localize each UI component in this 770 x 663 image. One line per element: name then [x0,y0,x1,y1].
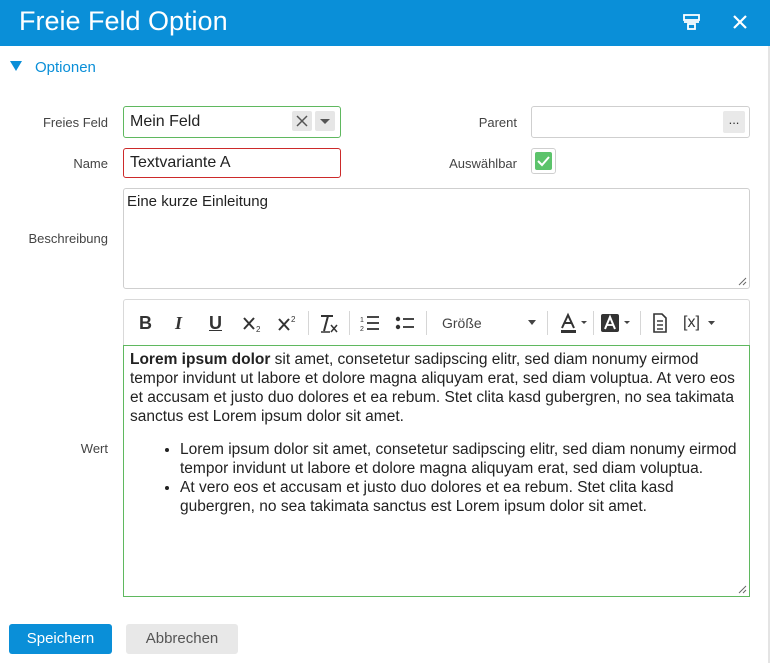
save-button[interactable]: Speichern [9,624,112,654]
font-size-label: Größe [442,315,482,331]
numbered-list-icon: 1 2 [360,316,379,333]
svg-text:2: 2 [291,315,296,324]
freies-feld-value: Mein Feld [130,113,201,130]
italic-button[interactable]: I [175,311,193,335]
name-input[interactable]: Textvariante A [123,148,341,178]
beschreibung-textarea[interactable]: Eine kurze Einleitung [123,188,750,289]
editor-paragraph: Lorem ipsum dolor sit amet, consetetur s… [130,350,743,426]
editor-toolbar: B I U 2 2 1 2 Größe [x] [123,299,750,346]
resize-handle-icon[interactable] [737,584,747,594]
list-item: Lorem ipsum dolor sit amet, consetetur s… [180,440,743,478]
background-color-icon [601,314,630,332]
text-color-icon [561,312,587,333]
auswaehlbar-label: Auswählbar [449,156,517,171]
wert-label: Wert [80,441,108,456]
clear-format-icon [321,315,338,333]
parent-label: Parent [478,115,517,130]
list-item: At vero eos et accusam et justo duo dolo… [180,478,743,516]
bold-button[interactable]: B [139,311,157,335]
beschreibung-label: Beschreibung [28,231,109,246]
underline-button[interactable]: U [209,311,227,335]
close-icon [733,15,747,29]
svg-text:2: 2 [360,326,364,333]
resize-handle-icon[interactable] [737,276,747,286]
document-icon [653,313,667,333]
dialog-title: Freie Feld Option [19,6,228,36]
toolbar-divider [640,311,641,335]
restore-window-button[interactable] [679,9,705,35]
chevron-down-icon [528,320,536,325]
bold-icon: B [139,313,152,333]
clear-selection-button[interactable] [292,111,312,131]
parent-field[interactable] [531,106,750,138]
insert-variable-button[interactable]: [x] [683,311,717,335]
superscript-icon: 2 [278,315,296,331]
bullet-list: Lorem ipsum dolor sit amet, consetetur s… [130,440,743,516]
cancel-button[interactable]: Abbrechen [126,624,238,654]
underline-icon: U [209,313,222,333]
chevron-down-icon [320,119,330,124]
bullet-list-button[interactable] [395,311,415,335]
section-label: Optionen [35,59,96,76]
bullet-list-icon [395,316,414,330]
name-label: Name [73,156,108,171]
toolbar-divider [308,311,309,335]
chevron-down-icon [708,321,715,325]
toolbar-divider [593,311,594,335]
toolbar-divider [426,311,427,335]
font-size-dropdown[interactable]: Größe [442,311,540,335]
svg-text:2: 2 [256,325,261,334]
subscript-button[interactable]: 2 [242,311,264,335]
toolbar-divider [547,311,548,335]
bold-text: Lorem ipsum dolor [130,351,271,368]
freies-feld-label: Freies Feld [42,115,108,130]
rich-text-editor: B I U 2 2 1 2 Größe [x] Lorem ipsum dolo… [123,299,750,597]
restore-icon [683,14,700,30]
checkmark-icon [537,156,550,167]
auswaehlbar-checkbox[interactable] [531,148,556,174]
numbered-list-button[interactable]: 1 2 [360,311,380,335]
superscript-button[interactable]: 2 [277,311,299,335]
name-value: Textvariante A [130,154,231,171]
close-dialog-button[interactable] [727,9,753,35]
svg-text:1: 1 [360,317,364,324]
editor-content-area[interactable]: Lorem ipsum dolor sit amet, consetetur s… [123,345,750,597]
parent-browse-button[interactable]: ... [723,111,745,133]
text-color-button[interactable] [559,311,589,335]
collapse-triangle-icon [10,61,22,71]
italic-icon: I [175,313,183,333]
source-button[interactable] [651,311,669,335]
background-color-button[interactable] [600,311,632,335]
toolbar-divider [349,311,350,335]
beschreibung-value: Eine kurze Einleitung [127,193,268,210]
dropdown-toggle-button[interactable] [315,111,335,131]
checkbox-fill [535,152,552,170]
variable-icon: [x] [683,314,700,331]
clear-format-button[interactable] [318,311,340,335]
dialog-titlebar: Freie Feld Option [0,0,770,46]
subscript-icon: 2 [243,317,261,334]
clear-icon [296,115,308,127]
